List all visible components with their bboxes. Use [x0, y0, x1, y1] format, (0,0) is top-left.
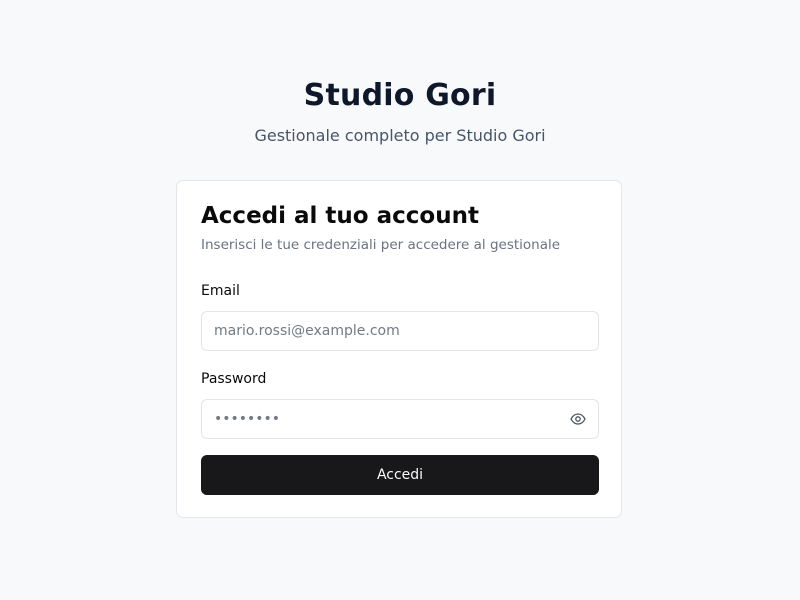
- card-title: Accedi al tuo account: [201, 203, 479, 229]
- email-label: Email: [201, 283, 240, 299]
- password-input[interactable]: [201, 399, 599, 439]
- card-description: Inserisci le tue credenziali per acceder…: [201, 237, 561, 253]
- password-label: Password: [201, 371, 267, 387]
- login-card: Accedi al tuo account Inserisci le tue c…: [176, 180, 622, 518]
- email-input[interactable]: [201, 311, 599, 351]
- page-subtitle: Gestionale completo per Studio Gori: [254, 126, 546, 145]
- eye-icon[interactable]: [569, 411, 587, 427]
- login-page: Studio Gori Gestionale completo per Stud…: [0, 0, 800, 600]
- page-title: Studio Gori: [303, 78, 497, 113]
- login-button[interactable]: Accedi: [201, 455, 599, 495]
